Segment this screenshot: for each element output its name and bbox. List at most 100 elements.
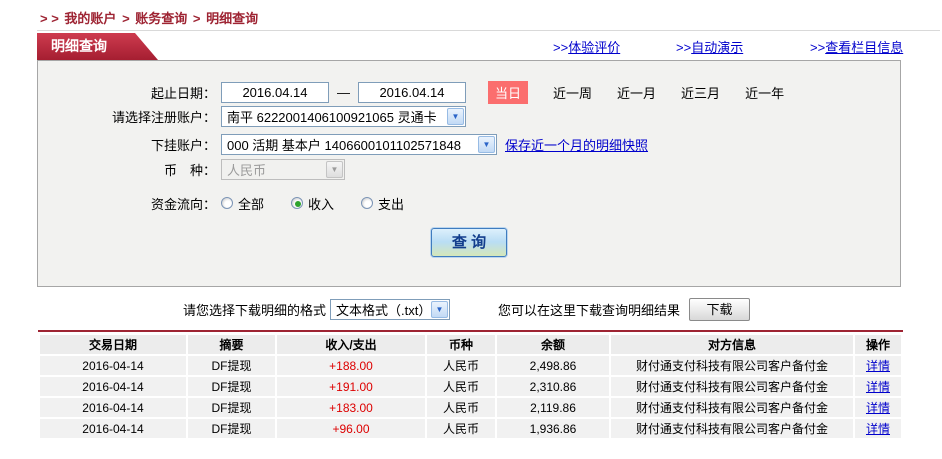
detail-link[interactable]: 详情 bbox=[866, 359, 890, 373]
flow-option-expense-label[interactable]: 支出 bbox=[378, 194, 404, 213]
download-format-value: 文本格式（.txt） bbox=[336, 302, 428, 318]
link-label: 查看栏目信息 bbox=[825, 40, 904, 55]
breadcrumb-item-my-account[interactable]: 我的账户 bbox=[64, 11, 116, 26]
detail-link[interactable]: 详情 bbox=[866, 380, 890, 394]
date-range-row: 起止日期： — 当日 近一周 近一月 近三月 近一年 bbox=[38, 80, 900, 104]
flow-direction-label: 资金流向： bbox=[150, 196, 216, 212]
cell-currency: 人民币 bbox=[427, 356, 495, 375]
breadcrumb-separator: > bbox=[122, 11, 130, 26]
table-row: 2016-04-14 DF提现 +188.00 人民币 2,498.86 财付通支付科技有… bbox=[40, 356, 901, 375]
breadcrumb-prefix: > > bbox=[40, 11, 59, 26]
date-to-input[interactable] bbox=[358, 81, 466, 103]
currency-label: 币 种： bbox=[163, 162, 216, 178]
date-separator: — bbox=[337, 84, 350, 100]
currency-select: 人民币 ▼ bbox=[221, 158, 345, 180]
link-prefix: >> bbox=[810, 40, 826, 55]
sub-account-label: 下挂账户： bbox=[150, 137, 216, 153]
cell-action: 详情 bbox=[855, 419, 901, 438]
quick-link-three-months[interactable]: 近三月 bbox=[681, 83, 720, 102]
chevron-down-icon: ▼ bbox=[326, 160, 343, 178]
cell-amount: +188.00 bbox=[277, 356, 425, 375]
sub-account-value: 000 活期 基本户 1406600101102571848 bbox=[227, 137, 461, 153]
today-badge[interactable]: 当日 bbox=[488, 80, 529, 104]
download-hint: 您可以在这里下载查询明细结果 bbox=[498, 302, 681, 318]
col-summary: 摘要 bbox=[188, 335, 275, 354]
col-transaction-date: 交易日期 bbox=[40, 335, 186, 354]
col-counterparty: 对方信息 bbox=[611, 335, 853, 354]
breadcrumb: > > 我的账户 > 账务查询 > 明细查询 bbox=[40, 8, 260, 27]
col-balance: 余额 bbox=[497, 335, 609, 354]
detail-link[interactable]: 详情 bbox=[866, 401, 890, 415]
snapshot-link[interactable]: 保存近一个月的明细快照 bbox=[505, 135, 648, 154]
query-form-panel: 起止日期： — 当日 近一周 近一月 近三月 近一年 请选择注册账户： 南平 6… bbox=[37, 60, 901, 287]
detail-link[interactable]: 详情 bbox=[866, 422, 890, 436]
currency-row: 币 种： 人民币 ▼ bbox=[38, 158, 900, 180]
cell-action: 详情 bbox=[855, 356, 901, 375]
table-header-row: 交易日期 摘要 收入/支出 币种 余额 对方信息 操作 bbox=[40, 335, 901, 354]
download-format-label: 请您选择下载明细的格式 bbox=[183, 302, 327, 318]
col-action: 操作 bbox=[855, 335, 901, 354]
header-divider bbox=[37, 30, 940, 31]
chevron-down-icon[interactable]: ▼ bbox=[431, 300, 449, 318]
register-account-row: 请选择注册账户： 南平 6222001406100921065 灵通卡 ▼ bbox=[38, 105, 900, 127]
cell-summary: DF提现 bbox=[188, 356, 275, 375]
flow-radio[interactable] bbox=[291, 197, 304, 209]
link-experience-review[interactable]: >>体验评价 bbox=[553, 37, 620, 56]
link-view-column-info[interactable]: >>查看栏目信息 bbox=[810, 37, 903, 56]
flow-radio[interactable] bbox=[361, 197, 374, 209]
cell-amount: +96.00 bbox=[277, 419, 425, 438]
cell-counterparty: 财付通支付科技有限公司客户备付金 bbox=[611, 356, 853, 375]
cell-date: 2016-04-14 bbox=[40, 356, 186, 375]
breadcrumb-item-account-query[interactable]: 账务查询 bbox=[135, 11, 187, 26]
breadcrumb-item-detail-query[interactable]: 明细查询 bbox=[206, 11, 258, 26]
table-row: 2016-04-14 DF提现 +191.00 人民币 2,310.86 财付通支付科技有… bbox=[40, 377, 901, 396]
link-prefix: >> bbox=[676, 40, 692, 55]
download-button[interactable]: 下载 bbox=[689, 297, 751, 321]
cell-currency: 人民币 bbox=[427, 377, 495, 396]
cell-counterparty: 财付通支付科技有限公司客户备付金 bbox=[611, 419, 853, 438]
download-format-select[interactable]: 文本格式（.txt） ▼ bbox=[330, 298, 451, 320]
link-label: 自动演示 bbox=[691, 40, 744, 55]
cell-action: 详情 bbox=[855, 377, 901, 396]
cell-currency: 人民币 bbox=[427, 419, 495, 438]
col-income-expense: 收入/支出 bbox=[277, 335, 425, 354]
table-row: 2016-04-14 DF提现 +183.00 人民币 2,119.86 财付通支付科技有… bbox=[40, 398, 901, 417]
quick-link-week[interactable]: 近一周 bbox=[553, 83, 592, 102]
cell-amount: +191.00 bbox=[277, 377, 425, 396]
cell-summary: DF提现 bbox=[188, 398, 275, 417]
date-range-label: 起止日期： bbox=[150, 85, 216, 101]
cell-date: 2016-04-14 bbox=[40, 419, 186, 438]
download-row: 请您选择下载明细的格式 文本格式（.txt） ▼ 您可以在这里下载查询明细结果 … bbox=[183, 296, 751, 322]
quick-link-month[interactable]: 近一月 bbox=[617, 83, 656, 102]
flow-radio[interactable] bbox=[221, 197, 233, 209]
cell-counterparty: 财付通支付科技有限公司客户备付金 bbox=[611, 398, 853, 417]
currency-value: 人民币 bbox=[227, 162, 267, 178]
date-from-input[interactable] bbox=[221, 81, 329, 103]
cell-balance: 2,498.86 bbox=[497, 356, 609, 375]
sub-account-row: 下挂账户： 000 活期 基本户 1406600101102571848 ▼ 保… bbox=[38, 133, 900, 155]
register-account-value: 南平 6222001406100921065 灵通卡 bbox=[227, 109, 437, 125]
cell-amount: +183.00 bbox=[277, 398, 425, 417]
chevron-down-icon[interactable]: ▼ bbox=[478, 135, 495, 153]
cell-summary: DF提现 bbox=[188, 377, 275, 396]
flow-direction-row: 资金流向： 全部 收入 支出 bbox=[38, 192, 900, 214]
table-row: 2016-04-14 DF提现 +96.00 人民币 1,936.86 财付通支付科技有限… bbox=[40, 419, 901, 438]
cell-summary: DF提现 bbox=[188, 419, 275, 438]
register-account-select[interactable]: 南平 6222001406100921065 灵通卡 ▼ bbox=[221, 105, 466, 127]
quick-link-year[interactable]: 近一年 bbox=[745, 83, 784, 102]
link-prefix: >> bbox=[553, 40, 569, 55]
detail-query-page: > > 我的账户 > 账务查询 > 明细查询 明细查询 >>体验评价 >>自动演… bbox=[0, 0, 942, 459]
flow-radio-group: 全部 收入 支出 bbox=[221, 194, 431, 213]
register-account-label: 请选择注册账户： bbox=[111, 109, 216, 125]
page-title-tab: 明细查询 bbox=[37, 33, 158, 60]
flow-option-income-label[interactable]: 收入 bbox=[308, 194, 334, 213]
col-currency: 币种 bbox=[427, 335, 495, 354]
query-button[interactable]: 查 询 bbox=[431, 228, 507, 257]
cell-date: 2016-04-14 bbox=[40, 377, 186, 396]
flow-option-all-label[interactable]: 全部 bbox=[238, 194, 264, 213]
sub-account-select[interactable]: 000 活期 基本户 1406600101102571848 ▼ bbox=[221, 133, 497, 155]
transactions-table: 交易日期 摘要 收入/支出 币种 余额 对方信息 操作 2016-04-14 DF… bbox=[38, 330, 903, 440]
cell-balance: 2,310.86 bbox=[497, 377, 609, 396]
chevron-down-icon[interactable]: ▼ bbox=[447, 107, 464, 125]
link-auto-demo[interactable]: >>自动演示 bbox=[676, 37, 743, 56]
